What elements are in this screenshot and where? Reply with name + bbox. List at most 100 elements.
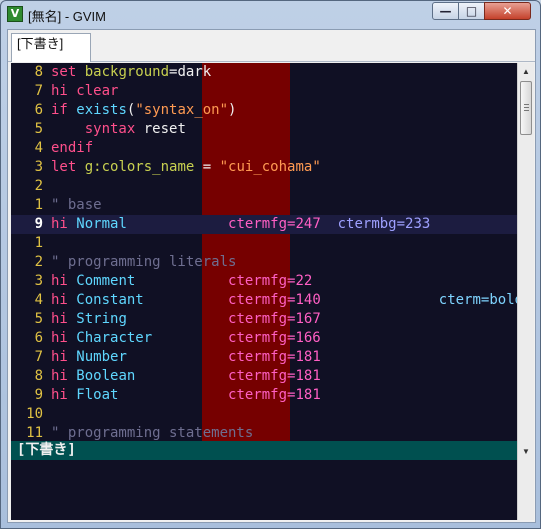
tab-draft[interactable]: [下書き] <box>11 33 91 62</box>
code-token: hi <box>51 330 68 346</box>
buffer-line[interactable]: 2 <box>11 177 517 196</box>
line-number: 2 <box>34 254 43 270</box>
line-code: set background=dark <box>51 63 211 82</box>
maximize-button[interactable]: □ <box>458 2 485 20</box>
code-token: ) <box>228 102 237 118</box>
code-token: " programming statements <box>51 425 254 441</box>
code-token: ctermfg=247 <box>228 216 321 232</box>
code-token: cterm=bold <box>438 292 517 308</box>
buffer-line[interactable]: 9 hi Float ctermfg=181 <box>11 386 517 405</box>
code-token: syntax <box>84 121 136 137</box>
buffer-line[interactable]: 6 hi Character ctermfg=166 <box>11 329 517 348</box>
code-token: set <box>51 64 77 80</box>
buffer-line[interactable]: 4 hi Constant ctermfg=140 cterm=bold <box>11 291 517 310</box>
buffer-line[interactable]: 1 " base <box>11 196 517 215</box>
line-code: syntax reset <box>51 120 186 139</box>
code-token: Number <box>76 349 127 365</box>
buffer-line[interactable]: 1 <box>11 234 517 253</box>
code-token: ctermfg=167 <box>228 311 321 327</box>
buffer-line[interactable]: 5 syntax reset <box>11 120 517 139</box>
buffer-line[interactable]: 2 " programming literals <box>11 253 517 272</box>
line-code: hi Boolean ctermfg=181 <box>51 367 321 386</box>
window-title: [無名] - GVIM <box>28 9 107 24</box>
buffer-line[interactable]: 8 set background=dark <box>11 63 517 82</box>
line-number: 6 <box>34 330 43 346</box>
scrollbar-thumb[interactable] <box>520 81 532 135</box>
code-token: ctermbg=233 <box>337 216 431 232</box>
code-token: hi <box>51 387 68 403</box>
code-token: hi <box>51 292 68 308</box>
line-number: 2 <box>34 178 43 194</box>
buffer-line[interactable]: 9 hi Normal ctermfg=247 ctermbg=233 <box>11 215 517 234</box>
editor-buffer[interactable]: 8 set background=dark 7 hi clear 6 if exists(… <box>11 63 517 520</box>
vim-logo-icon: V <box>7 6 23 22</box>
scroll-up-arrow-icon[interactable]: ▲ <box>518 63 534 80</box>
line-number: 5 <box>34 121 43 137</box>
code-token: " programming literals <box>51 254 237 270</box>
buffer-line[interactable]: 4 endif <box>11 139 517 158</box>
line-number: 4 <box>34 292 43 308</box>
code-token: ctermfg=22 <box>228 273 313 289</box>
line-code: " programming literals <box>51 253 236 272</box>
code-token: "cui_cohama" <box>219 159 321 175</box>
code-token: " base <box>51 197 102 213</box>
code-token: = <box>194 159 220 175</box>
line-number: 7 <box>34 83 43 99</box>
buffer-line[interactable]: 6 if exists("syntax_on") <box>11 101 517 120</box>
buffer-line[interactable]: 7 hi clear <box>11 82 517 101</box>
line-code: let g:colors_name = "cui_cohama" <box>51 158 321 177</box>
line-number: 8 <box>34 64 43 80</box>
code-token: =dark <box>169 64 212 80</box>
code-token: Character <box>76 330 153 346</box>
line-code: hi Comment ctermfg=22 <box>51 272 312 291</box>
client-area: [下書き] 8 set background=dark 7 hi clear 6 if e… <box>7 29 536 523</box>
status-line: [下書き] <box>11 441 517 460</box>
line-code: hi Number ctermfg=181 <box>51 348 321 367</box>
line-code: hi Constant ctermfg=140 cterm=bold <box>51 291 517 310</box>
line-number: 10 <box>26 406 43 422</box>
buffer-line[interactable]: 8 hi Boolean ctermfg=181 <box>11 367 517 386</box>
line-number: 9 <box>34 387 43 403</box>
line-number: 7 <box>34 349 43 365</box>
buffer-line[interactable]: 7 hi Number ctermfg=181 <box>11 348 517 367</box>
line-number: 3 <box>34 159 43 175</box>
close-button[interactable]: ✕ <box>484 2 531 20</box>
code-token: hi <box>51 83 68 99</box>
line-code: endif <box>51 139 93 158</box>
code-token: exists <box>76 102 127 118</box>
scroll-down-arrow-icon[interactable]: ▼ <box>518 443 534 460</box>
tab-line: [下書き] <box>8 30 535 62</box>
buffer-line[interactable]: 10 <box>11 405 517 424</box>
buffer-line[interactable]: 5 hi String ctermfg=167 <box>11 310 517 329</box>
line-code: if exists("syntax_on") <box>51 101 236 120</box>
vertical-scrollbar[interactable]: ▲ ▼ <box>517 63 534 520</box>
buffer-line[interactable]: 3 hi Comment ctermfg=22 <box>11 272 517 291</box>
buffer-line[interactable]: 3 let g:colors_name = "cui_cohama" <box>11 158 517 177</box>
line-number: 4 <box>34 140 43 156</box>
code-token: let <box>51 159 77 175</box>
line-code: hi Character ctermfg=166 <box>51 329 321 348</box>
line-code: hi clear <box>51 82 118 101</box>
line-code: hi String ctermfg=167 <box>51 310 321 329</box>
code-token: g:colors_name <box>84 159 195 175</box>
line-code: hi Normal ctermfg=247 ctermbg=233 <box>51 215 430 234</box>
line-number: 5 <box>34 311 43 327</box>
minimize-button[interactable]: — <box>432 2 459 20</box>
code-token: "syntax_on" <box>135 102 229 118</box>
gvim-window: V [無名] - GVIM — □ ✕ [下書き] 8 set backgroun… <box>0 0 541 529</box>
title-bar[interactable]: V [無名] - GVIM — □ ✕ <box>1 1 540 27</box>
code-token: reset <box>135 121 186 137</box>
code-token: endif <box>51 140 94 156</box>
code-token: ctermfg=181 <box>228 368 321 384</box>
